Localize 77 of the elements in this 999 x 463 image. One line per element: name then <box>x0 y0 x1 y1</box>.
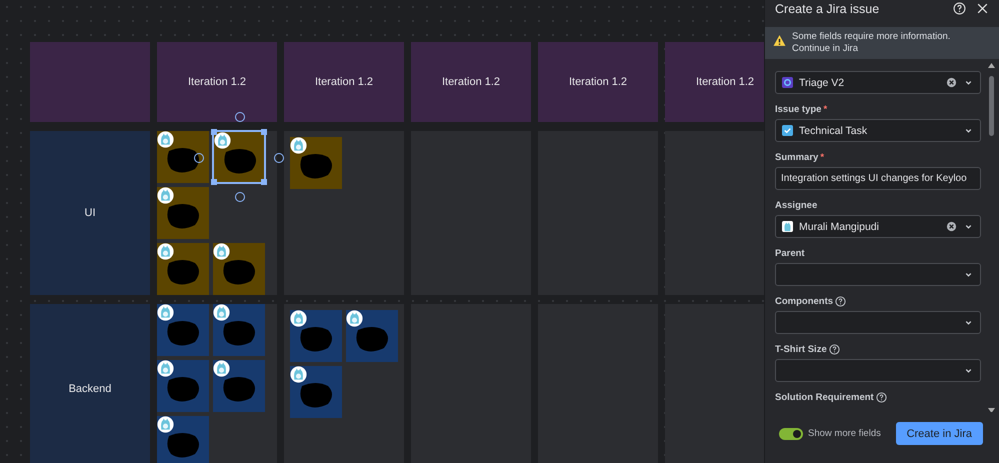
sticky-note[interactable] <box>213 360 265 412</box>
avatar-icon <box>782 221 793 232</box>
select-field[interactable]: Triage V2 <box>775 71 981 94</box>
field-label: Parent <box>775 248 805 259</box>
resize-handle[interactable] <box>261 129 267 135</box>
avatar-icon <box>157 304 174 321</box>
avatar-icon <box>157 360 174 377</box>
column-header: Iteration 1.2 <box>157 42 277 122</box>
sticky-note[interactable] <box>290 310 342 362</box>
row-header: UI <box>30 131 150 295</box>
avatar-icon <box>213 243 230 260</box>
help-icon[interactable] <box>835 296 846 307</box>
resize-handle[interactable] <box>261 179 267 185</box>
help-icon[interactable] <box>828 344 840 355</box>
avatar-icon <box>157 131 174 148</box>
avatar-icon <box>157 243 174 260</box>
sticky-note[interactable] <box>290 366 342 418</box>
close-icon[interactable] <box>976 2 989 15</box>
project-icon <box>782 77 793 88</box>
connector-handle[interactable] <box>235 192 245 202</box>
connector-handle[interactable] <box>235 112 245 122</box>
sticky-note[interactable] <box>157 304 209 356</box>
select-field[interactable] <box>775 359 981 382</box>
required-mark: * <box>820 152 824 163</box>
select-value: Triage V2 <box>799 76 846 88</box>
avatar-icon <box>290 366 307 383</box>
avatar-icon <box>213 304 230 321</box>
column-header: Iteration 1.2 <box>411 42 531 122</box>
avatar-icon <box>290 137 307 154</box>
field-label: Solution Requirement <box>775 392 874 403</box>
panel-title: Create a Jira issue <box>775 2 880 16</box>
column-header: Iteration 1.2 <box>284 42 404 122</box>
select-value: Technical Task <box>799 124 868 136</box>
connector-handle[interactable] <box>194 153 204 163</box>
avatar-icon <box>214 132 231 149</box>
resize-handle[interactable] <box>211 129 217 135</box>
sticky-note[interactable] <box>213 243 265 295</box>
field-label: T-Shirt Size <box>775 344 827 355</box>
field-label: Components <box>775 296 834 307</box>
clear-icon[interactable] <box>946 221 957 232</box>
summary-field[interactable]: Integration settings UI changes for Keyloo <box>775 167 981 190</box>
help-icon[interactable] <box>876 392 887 403</box>
row-header: Backend <box>30 304 150 463</box>
select-value: Murali Mangipudi <box>799 220 880 232</box>
sticky-note[interactable] <box>157 360 209 412</box>
sticky-note[interactable] <box>157 416 209 463</box>
select-field[interactable]: Murali Mangipudi <box>775 215 981 238</box>
avatar-icon <box>157 187 174 204</box>
required-mark: * <box>823 104 828 115</box>
avatar-icon <box>157 416 174 433</box>
scroll-up-icon[interactable] <box>988 63 994 68</box>
warning-icon <box>773 34 786 47</box>
create-button[interactable]: Create in Jira <box>896 422 983 445</box>
resize-handle[interactable] <box>211 179 217 185</box>
select-field[interactable] <box>775 311 981 334</box>
help-icon[interactable] <box>953 2 966 15</box>
column-header: Iteration 1.2 <box>538 42 658 122</box>
sticky-note[interactable] <box>290 137 342 189</box>
sticky-note[interactable] <box>157 187 209 239</box>
toggle-switch[interactable] <box>779 428 803 440</box>
field-label: Assignee <box>775 200 818 211</box>
sticky-note[interactable] <box>346 310 398 362</box>
warning-text: Some fields require more information. Continue in Jira <box>792 31 952 55</box>
clear-icon[interactable] <box>946 77 957 88</box>
select-field[interactable]: Technical Task <box>775 119 981 142</box>
scrollbar[interactable] <box>987 63 995 412</box>
select-field[interactable] <box>775 263 981 286</box>
toggle-label: Show more fields <box>808 428 882 439</box>
task-icon <box>782 125 793 136</box>
sticky-note[interactable] <box>157 131 209 183</box>
avatar-icon <box>213 360 230 377</box>
avatar-icon <box>290 310 307 327</box>
sticky-note[interactable] <box>213 304 265 356</box>
scroll-down-icon[interactable] <box>988 408 994 412</box>
sticky-note[interactable] <box>157 243 209 295</box>
field-label: Summary <box>775 152 818 163</box>
avatar-icon <box>346 310 363 327</box>
